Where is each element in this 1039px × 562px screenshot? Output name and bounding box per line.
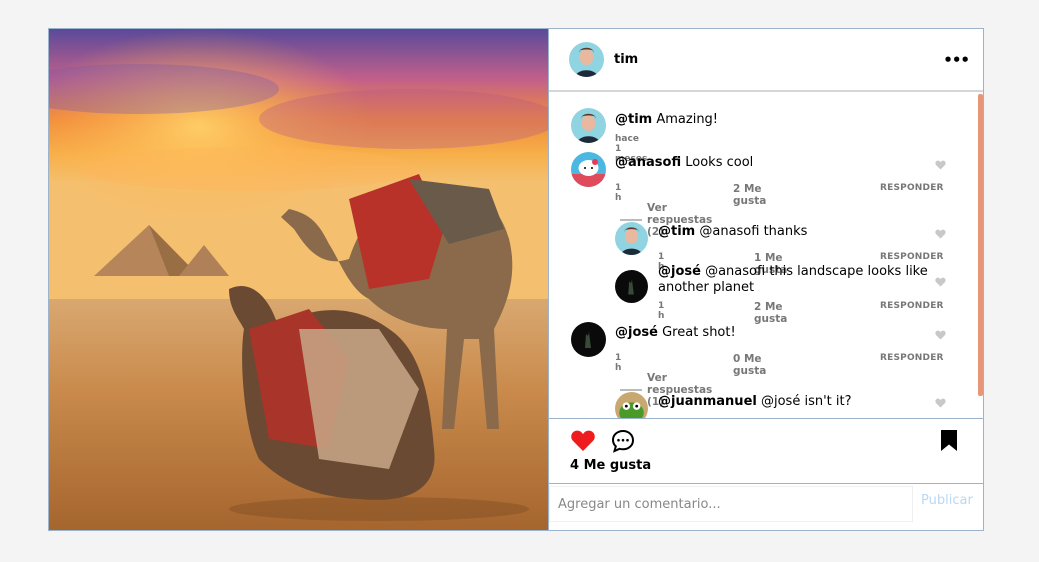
comment-user[interactable]: @josé [615,325,658,340]
comment-like-icon[interactable] [935,160,946,170]
camels-pyramids-image [49,29,548,530]
comment-user[interactable]: @juanmanuel [658,394,757,409]
post-header: tim ••• [549,29,983,92]
comment-text: @anasofi thanks [699,224,808,239]
comment-avatar[interactable] [615,270,648,303]
author-username[interactable]: tim [614,52,638,67]
comment-user[interactable]: @tim [658,224,695,239]
post-actions: 4 Me gusta [549,419,983,484]
comment-likes[interactable]: 0 Me gusta [733,353,766,377]
like-heart-icon[interactable] [570,429,596,452]
comment-like-icon[interactable] [935,330,946,340]
add-comment-bar: Agregar un comentario... Publicar [549,484,983,530]
author-avatar[interactable] [569,42,604,77]
post-sidebar: tim ••• @tim Amazing! hace 1 meses @anas… [549,29,983,530]
comment-input[interactable]: Agregar un comentario... [549,486,913,522]
comment-user[interactable]: @tim [615,112,652,127]
post-card: tim ••• @tim Amazing! hace 1 meses @anas… [48,28,984,531]
comment-text: Amazing! [656,112,719,127]
post-likes-count[interactable]: 4 Me gusta [570,458,651,473]
reply-button[interactable]: RESPONDER [880,301,944,311]
post-photo [49,29,549,530]
publish-button[interactable]: Publicar [921,493,973,508]
reply-button[interactable]: RESPONDER [880,183,944,193]
comment-avatar[interactable] [571,108,606,143]
comment-avatar[interactable] [571,152,606,187]
comment-likes[interactable]: 2 Me gusta [754,301,787,325]
comments-list[interactable]: @tim Amazing! hace 1 meses @anasofi Look… [549,92,983,419]
comment-bubble-icon[interactable] [611,429,635,453]
comment-like-icon[interactable] [935,398,946,408]
comment-avatar[interactable] [615,222,648,255]
comment-user[interactable]: @josé [658,264,701,279]
more-options-icon[interactable]: ••• [943,51,970,69]
comment-text: Looks cool [685,155,754,170]
comment-text: @josé isn't it? [760,394,852,409]
comment-time: 1 h [615,353,622,373]
comments-scrollbar[interactable] [978,94,983,396]
reply-button[interactable]: RESPONDER [880,252,944,262]
comment-like-icon[interactable] [935,277,946,287]
comment-time: 1 h [615,183,622,203]
comment-user[interactable]: @anasofi [615,155,681,170]
comment-likes[interactable]: 2 Me gusta [733,183,766,207]
comment-text: @anasofi this landscape looks like [705,264,928,279]
comment-avatar[interactable] [571,322,606,357]
reply-button[interactable]: RESPONDER [880,353,944,363]
comment-like-icon[interactable] [935,229,946,239]
comment-text-cont: another planet [658,280,755,295]
comment-avatar[interactable] [615,392,648,419]
comment-time: 1 h [658,301,665,321]
comment-text: Great shot! [662,325,736,340]
bookmark-icon[interactable] [940,429,958,452]
